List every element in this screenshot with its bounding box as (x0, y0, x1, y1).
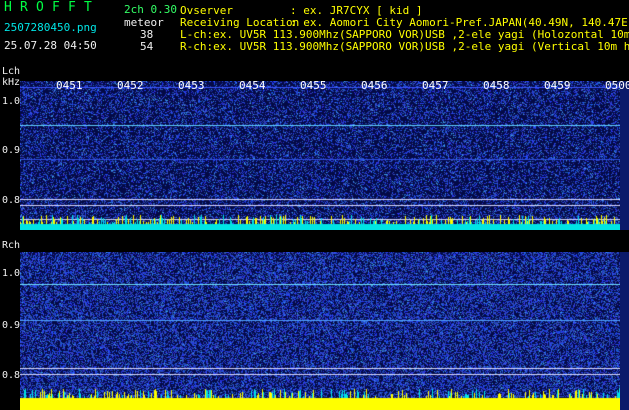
lch-tick: 0.9 (2, 145, 21, 156)
rch-spectrogram (20, 252, 620, 410)
time-label: 0500 (605, 79, 629, 92)
title-letter: O (36, 0, 44, 15)
title-letter: R (20, 0, 28, 15)
time-label: 0454 (239, 79, 266, 92)
title-letter: H (4, 0, 12, 15)
count-rch: 54 (140, 40, 154, 53)
lch-spectrogram (20, 81, 620, 230)
title-letter: T (84, 0, 92, 15)
lch-tick: 0.8 (2, 195, 21, 206)
time-label: 0457 (422, 79, 449, 92)
lch-right-border (620, 81, 629, 230)
rch-label: Rch (2, 240, 21, 251)
lch-unit: kHz (2, 77, 21, 88)
capture-datetime: 25.07.28 04:50 (4, 39, 97, 52)
time-label: 0455 (300, 79, 327, 92)
rch-tick: 1.0 (2, 268, 21, 279)
rch-tick: 0.9 (2, 320, 21, 331)
time-label: 0458 (483, 79, 510, 92)
lch-tick: 1.0 (2, 96, 21, 107)
rch-tick: 0.8 (2, 370, 21, 381)
mode-label: 2ch 0.30 (124, 3, 177, 16)
file-name: 2507280450.png (4, 21, 97, 34)
time-label: 0452 (117, 79, 144, 92)
time-label: 0456 (361, 79, 388, 92)
title-letter: F (68, 0, 76, 15)
lch-label: Lch (2, 66, 21, 77)
lch-spectrogram-canvas (20, 81, 620, 230)
title-letter: F (52, 0, 60, 15)
rch-right-border (620, 252, 629, 410)
rch-spectrogram-canvas (20, 252, 620, 410)
rch-description: R-ch:ex. UV5R 113.900Mhz(SAPPORO VOR)USB… (180, 40, 629, 53)
time-label: 0451 (56, 79, 83, 92)
app-title: HROFFT (4, 0, 100, 15)
hrofft-spectrogram-window: HROFFT 2507280450.png 25.07.28 04:50 2ch… (0, 0, 629, 410)
time-label: 0459 (544, 79, 571, 92)
time-label: 0453 (178, 79, 205, 92)
